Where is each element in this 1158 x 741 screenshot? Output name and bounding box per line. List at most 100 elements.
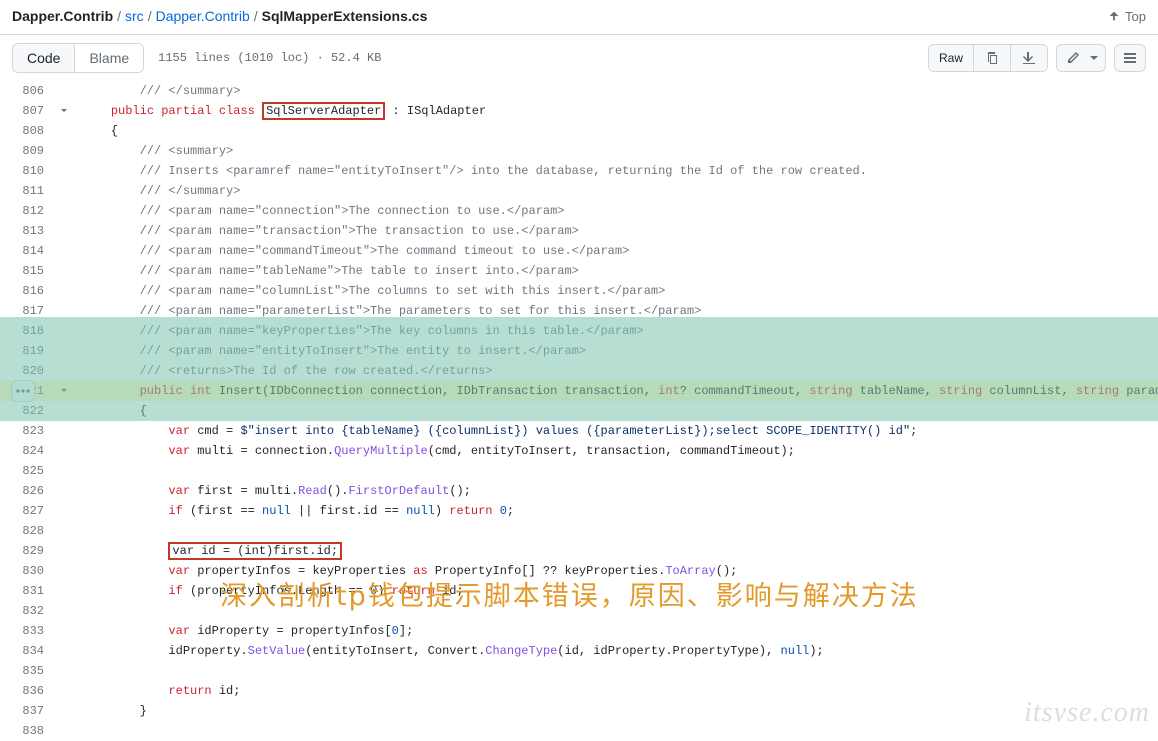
code-content[interactable] (74, 521, 1158, 541)
top-link[interactable]: Top (1107, 9, 1146, 24)
code-content[interactable]: /// <param name="tableName">The table to… (74, 261, 1158, 281)
line-number[interactable]: 806 (0, 81, 54, 101)
line-number[interactable]: 833 (0, 621, 54, 641)
line-number[interactable]: 822 (0, 401, 54, 421)
code-content[interactable]: var propertyInfos = keyProperties as Pro… (74, 561, 1158, 581)
code-line[interactable]: 834 idProperty.SetValue(entityToInsert, … (0, 641, 1158, 661)
code-content[interactable]: /// <param name="keyProperties">The key … (74, 321, 1158, 341)
blame-tab[interactable]: Blame (74, 44, 143, 72)
code-line[interactable]: 824 var multi = connection.QueryMultiple… (0, 441, 1158, 461)
line-number[interactable]: 807 (0, 101, 54, 121)
code-line[interactable]: 838 (0, 721, 1158, 741)
code-line[interactable]: 810 /// Inserts <paramref name="entityTo… (0, 161, 1158, 181)
code-line[interactable]: 819 /// <param name="entityToInsert">The… (0, 341, 1158, 361)
code-content[interactable]: /// <summary> (74, 141, 1158, 161)
line-number[interactable]: 823 (0, 421, 54, 441)
code-line[interactable]: 825 (0, 461, 1158, 481)
code-content[interactable] (74, 661, 1158, 681)
breadcrumb-item[interactable]: src (125, 8, 144, 24)
code-area[interactable]: 深入剖析tp钱包提示脚本错误，原因、影响与解决方法 itsvse.com 806… (0, 81, 1158, 741)
code-content[interactable]: var multi = connection.QueryMultiple(cmd… (74, 441, 1158, 461)
code-content[interactable]: /// Inserts <paramref name="entityToInse… (74, 161, 1158, 181)
code-content[interactable]: /// </summary> (74, 181, 1158, 201)
code-line[interactable]: 826 var first = multi.Read().FirstOrDefa… (0, 481, 1158, 501)
line-number[interactable]: 831 (0, 581, 54, 601)
breadcrumb-item[interactable]: Dapper.Contrib (156, 8, 250, 24)
code-line[interactable]: 809 /// <summary> (0, 141, 1158, 161)
code-line[interactable]: 827 if (first == null || first.id == nul… (0, 501, 1158, 521)
code-content[interactable]: /// <param name="connection">The connect… (74, 201, 1158, 221)
code-content[interactable] (74, 721, 1158, 741)
line-number[interactable]: 825 (0, 461, 54, 481)
code-line[interactable]: 833 var idProperty = propertyInfos[0]; (0, 621, 1158, 641)
code-line[interactable]: 822 { (0, 401, 1158, 421)
line-number[interactable]: 829 (0, 541, 54, 561)
code-content[interactable]: /// <param name="columnList">The columns… (74, 281, 1158, 301)
line-number[interactable]: 838 (0, 721, 54, 741)
code-line[interactable]: 836 return id; (0, 681, 1158, 701)
code-line[interactable]: 817 /// <param name="parameterList">The … (0, 301, 1158, 321)
code-content[interactable]: var first = multi.Read().FirstOrDefault(… (74, 481, 1158, 501)
code-content[interactable]: public int Insert(IDbConnection connecti… (74, 381, 1158, 401)
line-number[interactable]: 809 (0, 141, 54, 161)
copy-button[interactable] (973, 45, 1010, 71)
code-content[interactable]: { (74, 121, 1158, 141)
code-content[interactable]: /// </summary> (74, 81, 1158, 101)
code-line[interactable]: 829 var id = (int)first.id; (0, 541, 1158, 561)
code-line[interactable]: 806 /// </summary> (0, 81, 1158, 101)
code-content[interactable]: } (74, 701, 1158, 721)
code-line[interactable]: 820 /// <returns>The Id of the row creat… (0, 361, 1158, 381)
code-content[interactable]: var id = (int)first.id; (74, 541, 1158, 561)
code-content[interactable] (74, 461, 1158, 481)
fold-gutter[interactable] (54, 381, 74, 401)
line-actions-button[interactable] (11, 380, 35, 402)
code-line[interactable]: 808 { (0, 121, 1158, 141)
code-line[interactable]: 821 public int Insert(IDbConnection conn… (0, 381, 1158, 401)
line-number[interactable]: 830 (0, 561, 54, 581)
download-button[interactable] (1010, 45, 1047, 71)
code-content[interactable]: if (first == null || first.id == null) r… (74, 501, 1158, 521)
code-content[interactable]: var idProperty = propertyInfos[0]; (74, 621, 1158, 641)
code-line[interactable]: 813 /// <param name="transaction">The tr… (0, 221, 1158, 241)
line-number[interactable]: 819 (0, 341, 54, 361)
line-number[interactable]: 827 (0, 501, 54, 521)
line-number[interactable]: 837 (0, 701, 54, 721)
code-content[interactable]: /// <param name="commandTimeout">The com… (74, 241, 1158, 261)
fold-gutter[interactable] (54, 101, 74, 121)
code-line[interactable]: 832 (0, 601, 1158, 621)
code-line[interactable]: 812 /// <param name="connection">The con… (0, 201, 1158, 221)
code-line[interactable]: 823 var cmd = $"insert into {tableName} … (0, 421, 1158, 441)
line-number[interactable]: 832 (0, 601, 54, 621)
code-line[interactable]: 837 } (0, 701, 1158, 721)
code-content[interactable]: /// <param name="transaction">The transa… (74, 221, 1158, 241)
code-line[interactable]: 835 (0, 661, 1158, 681)
line-number[interactable]: 815 (0, 261, 54, 281)
code-line[interactable]: 830 var propertyInfos = keyProperties as… (0, 561, 1158, 581)
line-number[interactable]: 811 (0, 181, 54, 201)
code-tab[interactable]: Code (13, 44, 74, 72)
code-line[interactable]: 828 (0, 521, 1158, 541)
code-content[interactable]: /// <param name="entityToInsert">The ent… (74, 341, 1158, 361)
code-line[interactable]: 818 /// <param name="keyProperties">The … (0, 321, 1158, 341)
code-line[interactable]: 807 public partial class SqlServerAdapte… (0, 101, 1158, 121)
code-line[interactable]: 815 /// <param name="tableName">The tabl… (0, 261, 1158, 281)
line-number[interactable]: 816 (0, 281, 54, 301)
code-line[interactable]: 814 /// <param name="commandTimeout">The… (0, 241, 1158, 261)
line-number[interactable]: 836 (0, 681, 54, 701)
symbols-button[interactable] (1114, 44, 1146, 72)
code-content[interactable] (74, 601, 1158, 621)
raw-button[interactable]: Raw (929, 45, 973, 71)
code-content[interactable]: return id; (74, 681, 1158, 701)
code-content[interactable]: if (propertyInfos.Length == 0) return id… (74, 581, 1158, 601)
line-number[interactable]: 828 (0, 521, 54, 541)
line-number[interactable]: 824 (0, 441, 54, 461)
code-content[interactable]: { (74, 401, 1158, 421)
code-content[interactable]: /// <param name="parameterList">The para… (74, 301, 1158, 321)
line-number[interactable]: 812 (0, 201, 54, 221)
line-number[interactable]: 813 (0, 221, 54, 241)
line-number[interactable]: 818 (0, 321, 54, 341)
line-number[interactable]: 834 (0, 641, 54, 661)
line-number[interactable]: 810 (0, 161, 54, 181)
line-number[interactable]: 817 (0, 301, 54, 321)
code-line[interactable]: 816 /// <param name="columnList">The col… (0, 281, 1158, 301)
